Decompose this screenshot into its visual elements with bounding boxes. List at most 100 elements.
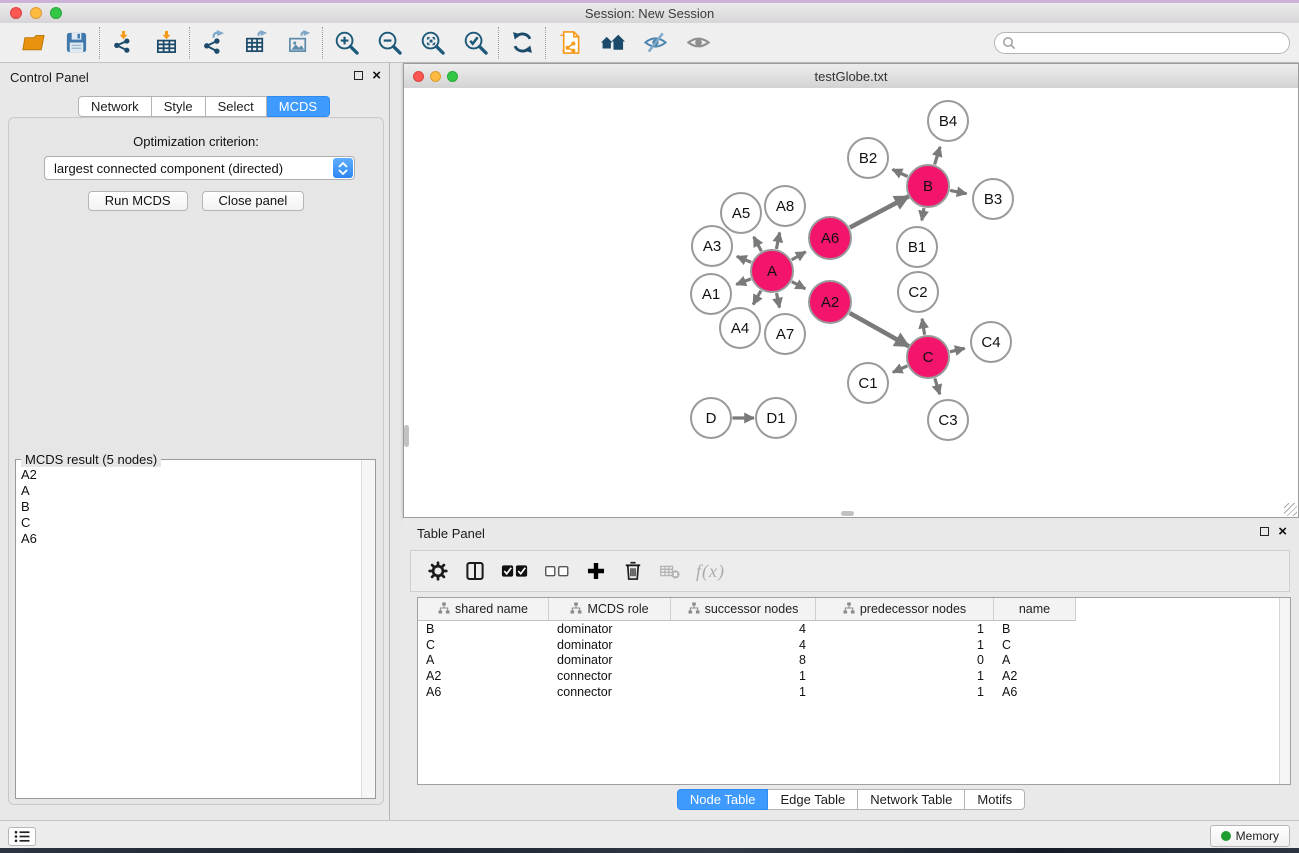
houses-icon[interactable] xyxy=(599,30,625,56)
gear-icon[interactable] xyxy=(427,558,449,584)
task-history-button[interactable] xyxy=(8,827,36,846)
close-table-panel-icon[interactable]: × xyxy=(1278,526,1287,537)
graph-node-A[interactable]: A xyxy=(751,250,793,292)
table-cell[interactable]: 4 xyxy=(671,622,816,636)
graph-edge-B-B1[interactable] xyxy=(922,208,924,220)
eye-slash-icon[interactable] xyxy=(642,30,668,56)
save-floppy-icon[interactable] xyxy=(63,30,89,56)
close-panel-button[interactable]: Close panel xyxy=(202,191,305,211)
resize-grip[interactable] xyxy=(1284,503,1297,516)
graph-node-B2[interactable]: B2 xyxy=(848,138,888,178)
column-header-shared-name[interactable]: shared name xyxy=(418,598,549,620)
import-network-icon[interactable] xyxy=(110,30,136,56)
float-table-panel-icon[interactable] xyxy=(1260,527,1269,536)
horizontal-scroll-thumb[interactable] xyxy=(841,511,854,516)
graph-node-A2[interactable]: A2 xyxy=(809,281,851,323)
table-cell[interactable]: 1 xyxy=(816,638,994,652)
table-cell[interactable]: C xyxy=(994,638,1076,652)
column-header-successor-nodes[interactable]: successor nodes xyxy=(671,598,816,620)
table-cell[interactable]: connector xyxy=(549,685,671,699)
table-row[interactable]: Adominator80A xyxy=(418,652,1290,668)
table-cell[interactable]: dominator xyxy=(549,653,671,667)
graph-edge-A-A5[interactable] xyxy=(754,237,762,251)
trash-icon[interactable] xyxy=(622,558,644,584)
graph-node-A3[interactable]: A3 xyxy=(692,226,732,266)
tab-mcds[interactable]: MCDS xyxy=(267,96,330,117)
table-cell[interactable]: 0 xyxy=(816,653,994,667)
table-cell[interactable]: 8 xyxy=(671,653,816,667)
graph-node-A4[interactable]: A4 xyxy=(720,308,760,348)
mcds-result-item[interactable]: A2 xyxy=(21,467,361,483)
mcds-result-item[interactable]: A xyxy=(21,483,361,499)
export-image-icon[interactable] xyxy=(286,30,312,56)
graph-node-B1[interactable]: B1 xyxy=(897,227,937,267)
table-cell[interactable]: 1 xyxy=(816,622,994,636)
column-header-name[interactable]: name xyxy=(994,598,1076,620)
graph-edge-A-A6[interactable] xyxy=(792,252,806,260)
vertical-scroll-thumb[interactable] xyxy=(404,425,409,447)
column-header-predecessor-nodes[interactable]: predecessor nodes xyxy=(816,598,994,620)
graph-node-A5[interactable]: A5 xyxy=(721,193,761,233)
table-scrollbar[interactable] xyxy=(1279,598,1290,784)
graph-node-A8[interactable]: A8 xyxy=(765,186,805,226)
tab-network[interactable]: Network xyxy=(78,96,152,117)
table-cell[interactable]: 1 xyxy=(816,685,994,699)
open-folder-icon[interactable] xyxy=(20,30,46,56)
table-cell[interactable]: A xyxy=(994,653,1076,667)
table-cell[interactable]: 1 xyxy=(671,685,816,699)
tab-motifs[interactable]: Motifs xyxy=(965,789,1025,810)
table-cell[interactable]: B xyxy=(418,622,549,636)
graph-node-D[interactable]: D xyxy=(691,398,731,438)
table-cell[interactable]: A2 xyxy=(994,669,1076,683)
table-cell[interactable]: A6 xyxy=(994,685,1076,699)
graph-edge-C-C3[interactable] xyxy=(935,378,940,394)
search-input[interactable] xyxy=(994,32,1290,54)
graph-edge-C-C1[interactable] xyxy=(893,366,908,372)
graph-edge-A-A1[interactable] xyxy=(736,279,751,285)
graph-edge-A6-B[interactable] xyxy=(850,196,909,227)
split-columns-icon[interactable] xyxy=(464,558,486,584)
table-cell[interactable]: dominator xyxy=(549,638,671,652)
graph-edge-A-A3[interactable] xyxy=(737,256,751,262)
function-icon[interactable]: f(x) xyxy=(696,558,725,584)
graph-node-A1[interactable]: A1 xyxy=(691,274,731,314)
tab-network-table[interactable]: Network Table xyxy=(858,789,965,810)
graph-edge-A-A7[interactable] xyxy=(777,293,780,308)
tab-select[interactable]: Select xyxy=(206,96,267,117)
graph-edge-C-C2[interactable] xyxy=(922,319,925,335)
zoom-fit-icon[interactable] xyxy=(419,30,445,56)
graph-node-B[interactable]: B xyxy=(907,165,949,207)
graph-edge-A-A8[interactable] xyxy=(776,233,779,249)
checked-boxes-icon[interactable] xyxy=(501,558,529,584)
graph-node-B3[interactable]: B3 xyxy=(973,179,1013,219)
close-panel-icon[interactable]: × xyxy=(372,70,381,81)
graph-node-C3[interactable]: C3 xyxy=(928,400,968,440)
graph-node-C[interactable]: C xyxy=(907,336,949,378)
graph-edge-B-B4[interactable] xyxy=(935,147,941,165)
table-row[interactable]: Cdominator41C xyxy=(418,637,1290,653)
graph-node-D1[interactable]: D1 xyxy=(756,398,796,438)
table-delete-icon[interactable] xyxy=(659,558,681,584)
table-row[interactable]: Bdominator41B xyxy=(418,621,1290,637)
graph-edge-A-A4[interactable] xyxy=(753,291,761,305)
table-cell[interactable]: C xyxy=(418,638,549,652)
table-row[interactable]: A2connector11A2 xyxy=(418,668,1290,684)
tab-node-table[interactable]: Node Table xyxy=(677,789,769,810)
graph-node-C1[interactable]: C1 xyxy=(848,363,888,403)
table-row[interactable]: A6connector11A6 xyxy=(418,684,1290,700)
graph-edge-C-C4[interactable] xyxy=(950,348,965,352)
zoom-out-icon[interactable] xyxy=(376,30,402,56)
refresh-icon[interactable] xyxy=(509,30,535,56)
zoom-selected-icon[interactable] xyxy=(462,30,488,56)
graph-node-A6[interactable]: A6 xyxy=(809,217,851,259)
graph-edge-A2-C[interactable] xyxy=(850,313,909,346)
import-table-icon[interactable] xyxy=(153,30,179,56)
memory-button[interactable]: Memory xyxy=(1210,825,1290,847)
graph-node-B4[interactable]: B4 xyxy=(928,101,968,141)
table-cell[interactable]: 1 xyxy=(816,669,994,683)
table-cell[interactable]: 4 xyxy=(671,638,816,652)
table-cell[interactable]: 1 xyxy=(671,669,816,683)
graph-node-A7[interactable]: A7 xyxy=(765,314,805,354)
criterion-select[interactable]: largest connected component (directed) xyxy=(44,156,355,180)
table-cell[interactable]: A6 xyxy=(418,685,549,699)
